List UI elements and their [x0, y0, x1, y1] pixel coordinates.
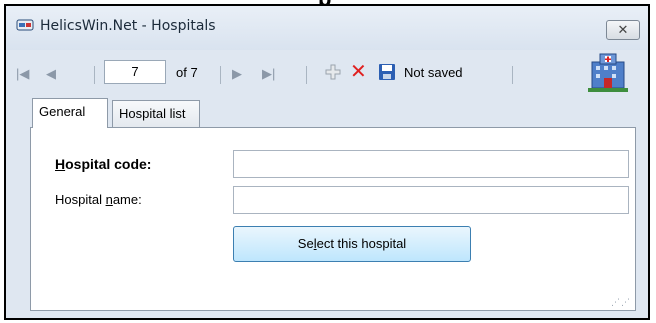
tab-hospital-list[interactable]: Hospital list — [112, 100, 200, 128]
separator — [220, 66, 221, 84]
hospital-code-label: Hospital code: — [55, 156, 152, 172]
separator — [512, 66, 513, 84]
separator — [94, 66, 95, 84]
resize-grip[interactable]: ⋰⋰ — [611, 297, 631, 308]
first-record-icon[interactable]: |◀ — [16, 66, 29, 82]
close-icon: ✕ — [617, 22, 629, 37]
next-record-icon[interactable]: ▶ — [232, 66, 242, 82]
separator — [306, 66, 307, 84]
general-panel: Hospital code: Hospital name: Select thi… — [30, 127, 636, 311]
select-hospital-button[interactable]: Select this hospital — [233, 226, 471, 262]
previous-record-icon[interactable]: ◀ — [46, 66, 56, 82]
save-icon[interactable] — [378, 63, 396, 81]
hospitals-window: HelicsWin.Net - Hospitals ✕ |◀ ◀ 7 of 7 … — [4, 4, 650, 320]
record-position-input[interactable]: 7 — [104, 60, 166, 84]
close-button[interactable]: ✕ — [606, 20, 640, 40]
tab-general[interactable]: General — [32, 98, 108, 128]
hospital-app-icon — [16, 19, 34, 31]
hospital-name-label: Hospital name: — [55, 192, 142, 207]
title-bar[interactable]: HelicsWin.Net - Hospitals ✕ — [6, 6, 648, 50]
delete-record-icon[interactable]: ✕ — [350, 62, 367, 82]
hospital-building-icon — [588, 53, 628, 92]
last-record-icon[interactable]: ▶| — [262, 66, 275, 82]
navigation-toolbar: |◀ ◀ 7 of 7 ▶ ▶| ✕ Not saved — [6, 50, 648, 100]
hospital-code-field[interactable] — [233, 150, 629, 178]
add-record-icon[interactable] — [324, 63, 342, 81]
hospital-name-field[interactable] — [233, 186, 629, 214]
record-count: of 7 — [176, 65, 198, 80]
window-title: HelicsWin.Net - Hospitals — [40, 18, 216, 34]
save-status: Not saved — [404, 65, 463, 80]
